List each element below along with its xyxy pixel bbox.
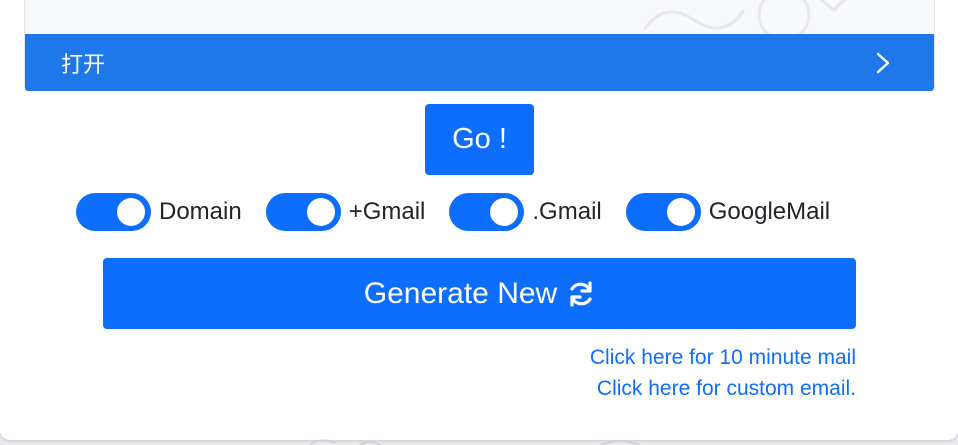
toggle-knob xyxy=(306,197,335,226)
refresh-icon xyxy=(567,280,595,308)
toggle-knob xyxy=(117,197,145,226)
dot-gmail-label: .Gmail xyxy=(532,197,602,225)
toggle-knob xyxy=(666,197,695,226)
ad-open-label: 打开 xyxy=(61,52,106,78)
switch-plus-gmail: +Gmail xyxy=(265,192,426,231)
main-card: 打开 Go ! Domain +Gmail .Gmail GoogleMail xyxy=(0,0,958,440)
go-button[interactable]: Go ! xyxy=(425,104,534,175)
googlemail-toggle[interactable] xyxy=(625,192,701,231)
alt-mail-links: Click here for 10 minute mail Click here… xyxy=(590,342,856,404)
switch-dot-gmail: .Gmail xyxy=(449,192,602,231)
dot-gmail-toggle[interactable] xyxy=(449,192,525,231)
ad-open-bar[interactable]: 打开 xyxy=(25,34,934,91)
googlemail-label: GoogleMail xyxy=(708,197,831,225)
switch-domain: Domain xyxy=(76,192,242,231)
domain-label: Domain xyxy=(159,197,242,225)
generate-new-button[interactable]: Generate New xyxy=(103,258,856,329)
domain-toggle[interactable] xyxy=(76,192,151,231)
ten-minute-mail-link[interactable]: Click here for 10 minute mail xyxy=(590,342,856,373)
toggle-knob xyxy=(490,197,519,226)
custom-email-link[interactable]: Click here for custom email. xyxy=(590,373,856,404)
generate-new-label: Generate New xyxy=(363,276,558,310)
switch-googlemail: GoogleMail xyxy=(625,192,831,231)
plus-gmail-label: +Gmail xyxy=(348,197,426,225)
ad-banner: 打开 xyxy=(24,0,935,91)
background-decoration xyxy=(309,439,641,445)
plus-gmail-toggle[interactable] xyxy=(265,192,341,231)
chevron-right-icon xyxy=(876,52,890,74)
email-options-switches: Domain +Gmail .Gmail GoogleMail xyxy=(76,192,830,231)
